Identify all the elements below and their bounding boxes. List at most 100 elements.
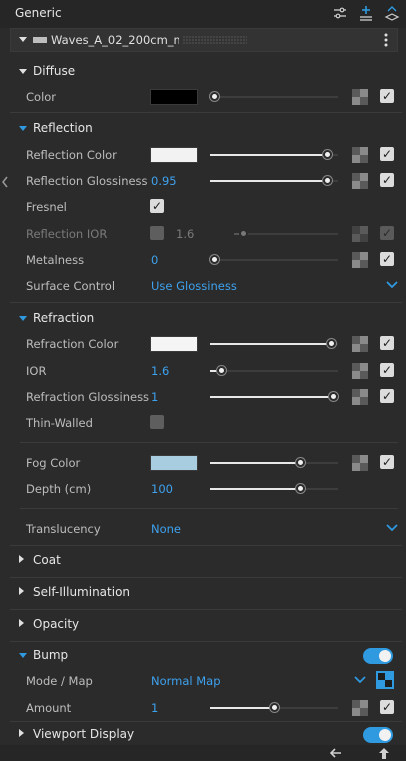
reflection-glossiness-slider[interactable] [210, 176, 338, 185]
section-opacity[interactable]: Opacity [10, 613, 402, 637]
bump-amount-row: Amount 1 ✓ [10, 697, 402, 719]
material-selector[interactable]: Waves_A_02_200cm_m [10, 28, 398, 52]
ior-value[interactable]: 1.6 [151, 364, 169, 378]
section-viewport-display[interactable]: Viewport Display [10, 723, 402, 747]
diffuse-color-swatch[interactable] [150, 89, 198, 105]
metalness-slider[interactable] [210, 255, 338, 264]
slider-knob[interactable] [323, 150, 332, 159]
fresnel-row: Fresnel ✓ [10, 196, 402, 218]
slider-knob[interactable] [323, 176, 332, 185]
translucency-row[interactable]: Translucency None [10, 518, 402, 540]
refraction-glossiness-value[interactable]: 1 [151, 390, 158, 404]
reflection-glossiness-value[interactable]: 0.95 [151, 174, 177, 188]
thin-walled-checkbox[interactable] [150, 415, 164, 429]
kebab-menu-icon[interactable] [383, 32, 389, 48]
refraction-color-slider[interactable] [210, 339, 338, 348]
checker-square [352, 371, 360, 379]
refraction-map-checkbox[interactable]: ✓ [380, 336, 394, 350]
slider-knob[interactable] [327, 339, 336, 348]
section-coat[interactable]: Coat [10, 549, 402, 573]
section-bump[interactable]: Bump [10, 644, 402, 668]
reflection-glossiness-label: Reflection Glossiness [26, 174, 148, 188]
reflection-map-checkbox[interactable]: ✓ [380, 147, 394, 161]
depth-slider[interactable] [210, 484, 338, 493]
viewport-display-toggle[interactable] [363, 727, 393, 743]
reflection-glossiness-map-checkbox[interactable]: ✓ [380, 173, 394, 187]
section-title: Diffuse [33, 64, 76, 78]
checker-square [352, 173, 360, 181]
checker-square [360, 397, 368, 405]
ior-map-checkbox[interactable]: ✓ [380, 363, 394, 377]
reflection-ior-map-checkbox[interactable]: ✓ [380, 226, 394, 240]
diffuse-color-slider[interactable] [210, 92, 338, 101]
sliders-icon[interactable] [332, 5, 348, 21]
checker-square [352, 252, 360, 260]
toggle-knob [379, 729, 391, 741]
checker-square [352, 155, 360, 163]
slider-knob[interactable] [329, 392, 338, 401]
texture-map-icon[interactable] [352, 226, 368, 242]
reflection-ior-lock-checkbox[interactable] [150, 226, 164, 240]
chevron-down-icon[interactable] [386, 281, 398, 289]
depth-value[interactable]: 100 [151, 482, 173, 496]
metalness-map-checkbox[interactable]: ✓ [380, 252, 394, 266]
chevron-down-icon[interactable] [354, 676, 366, 684]
grip-icon[interactable] [183, 35, 247, 45]
chevron-down-icon[interactable] [386, 524, 398, 532]
translucency-value[interactable]: None [151, 522, 181, 536]
section-self-illumination[interactable]: Self-Illumination [10, 581, 402, 605]
texture-map-icon[interactable] [352, 336, 368, 352]
fresnel-checkbox[interactable]: ✓ [150, 199, 164, 213]
reflection-color-label: Reflection Color [26, 148, 117, 162]
surface-control-value[interactable]: Use Glossiness [151, 279, 237, 293]
reflection-ior-value[interactable]: 1.6 [176, 227, 194, 241]
bump-amount-slider[interactable] [210, 703, 338, 712]
collapsed-arrow-icon [19, 587, 24, 595]
bump-toggle[interactable] [363, 648, 393, 664]
slider-knob[interactable] [217, 366, 226, 375]
texture-map-icon[interactable] [352, 147, 368, 163]
ior-slider[interactable] [210, 366, 338, 375]
add-layer-icon[interactable] [358, 5, 374, 21]
refraction-glossiness-slider[interactable] [210, 392, 338, 401]
slider-knob[interactable] [210, 255, 219, 264]
reflection-color-swatch[interactable] [150, 147, 198, 163]
texture-map-icon[interactable] [352, 89, 368, 105]
texture-map-icon[interactable] [352, 700, 368, 716]
texture-map-icon[interactable] [352, 389, 368, 405]
texture-map-icon[interactable] [352, 173, 368, 189]
fog-color-map-checkbox[interactable]: ✓ [380, 455, 394, 469]
slider-knob[interactable] [210, 92, 219, 101]
texture-map-icon[interactable] [352, 363, 368, 379]
collapse-arrow-icon[interactable] [19, 37, 27, 42]
bump-map-checkbox[interactable]: ✓ [380, 700, 394, 714]
refraction-color-swatch[interactable] [150, 336, 198, 352]
collapse-panel-icon[interactable] [0, 172, 10, 192]
section-reflection[interactable]: Reflection [10, 117, 402, 141]
slider-knob[interactable] [270, 703, 279, 712]
fog-color-swatch[interactable] [150, 455, 198, 471]
reflection-ior-slider[interactable] [234, 229, 338, 238]
fog-color-slider[interactable] [210, 458, 338, 467]
diffuse-map-checkbox[interactable]: ✓ [380, 89, 394, 103]
slider-knob[interactable] [239, 229, 248, 238]
bump-mode-label: Mode / Map [26, 674, 93, 688]
metalness-value[interactable]: 0 [151, 253, 158, 267]
slider-knob[interactable] [296, 484, 305, 493]
layers-icon[interactable] [384, 5, 400, 21]
section-diffuse[interactable]: Diffuse [10, 60, 402, 84]
reflection-color-slider[interactable] [210, 150, 338, 159]
section-refraction[interactable]: Refraction [10, 307, 402, 331]
texture-map-icon[interactable] [352, 252, 368, 268]
bump-mode-value[interactable]: Normal Map [151, 674, 221, 688]
slider-knob[interactable] [296, 458, 305, 467]
arrow-up-icon[interactable] [378, 747, 390, 759]
normal-map-icon[interactable] [376, 671, 394, 689]
refraction-glossiness-map-checkbox[interactable]: ✓ [380, 389, 394, 403]
bump-amount-value[interactable]: 1 [151, 701, 158, 715]
bump-mode-row[interactable]: Mode / Map Normal Map [10, 670, 402, 692]
texture-map-icon[interactable] [352, 455, 368, 471]
surface-control-row[interactable]: Surface Control Use Glossiness [10, 275, 402, 297]
checker-square [352, 147, 360, 155]
arrow-left-icon[interactable] [330, 748, 342, 758]
